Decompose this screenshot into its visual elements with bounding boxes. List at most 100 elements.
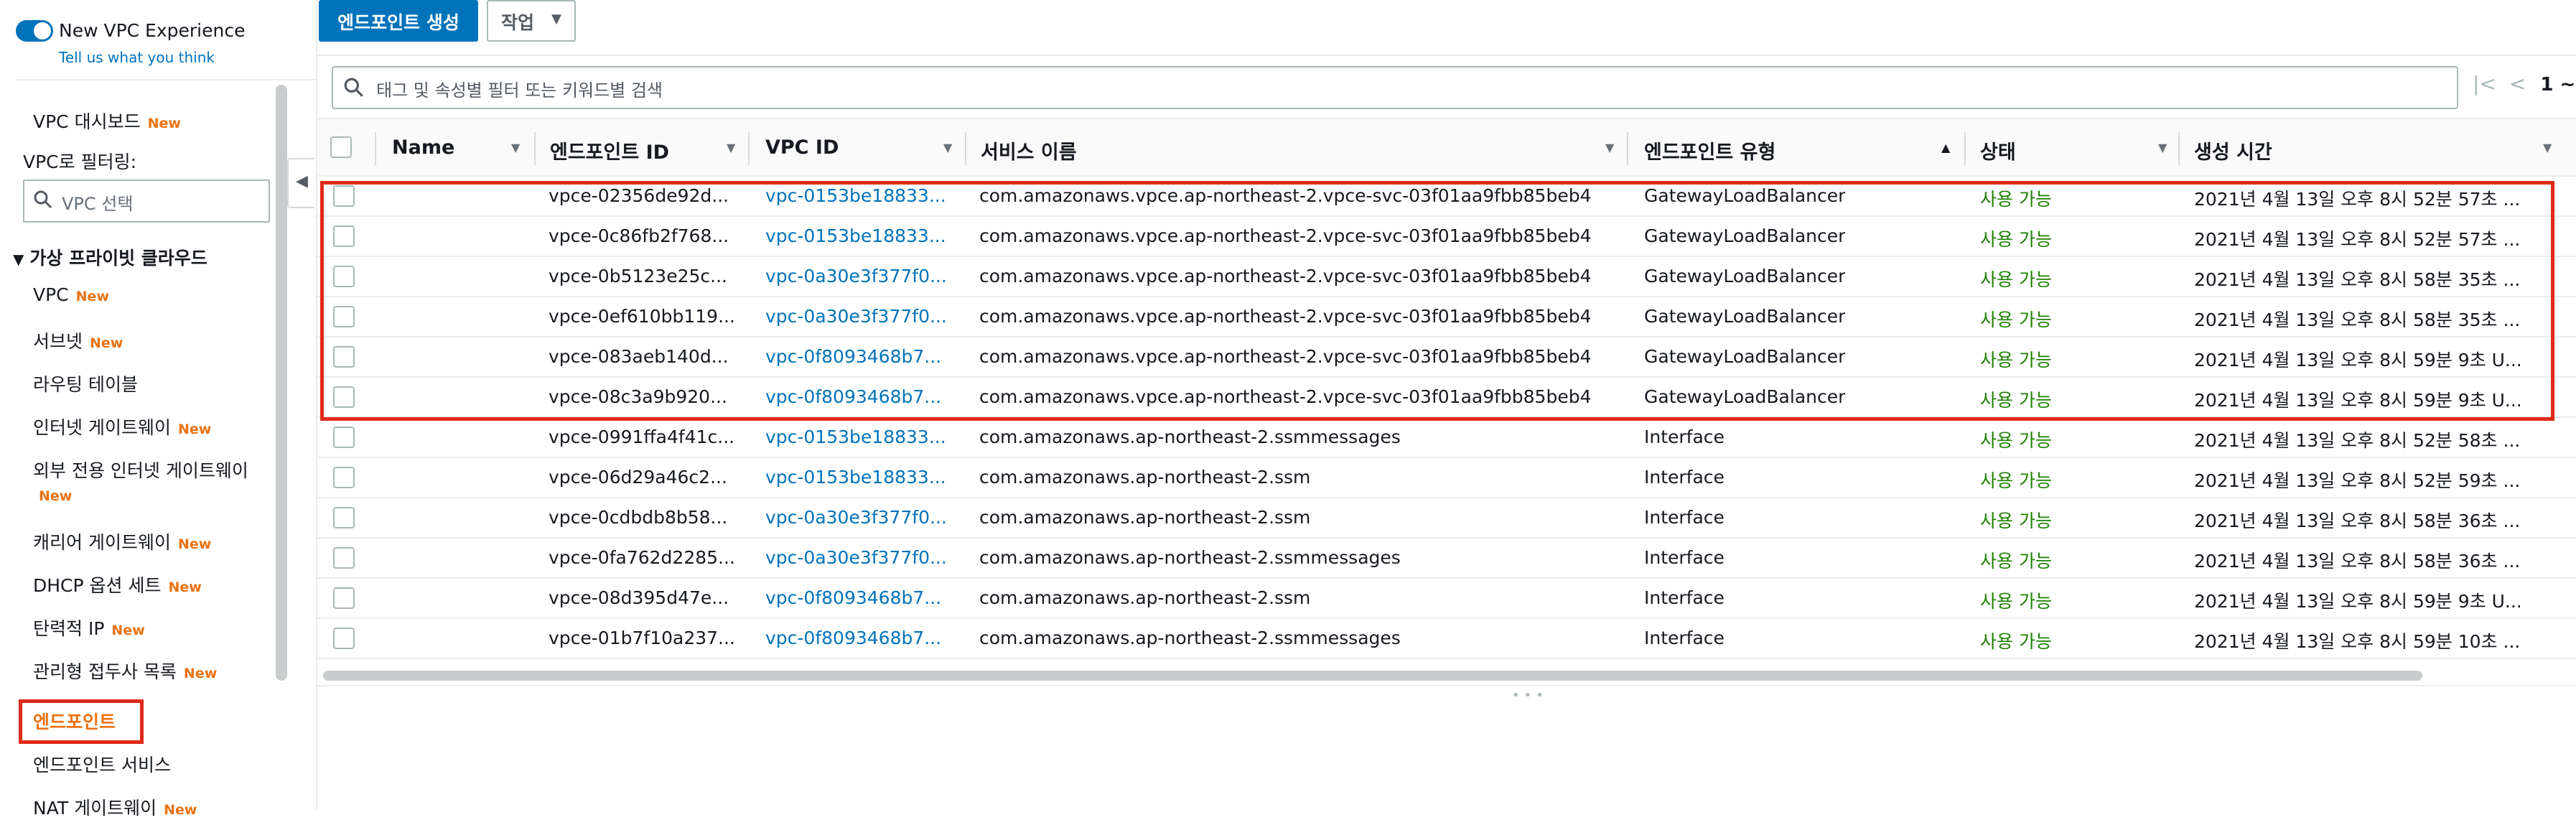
table-row[interactable]: vpce-0b5123e25c... vpc-0a30e3f377f0... com… [317,257,2576,297]
col-created[interactable]: 생성 시간 [2194,136,2272,164]
sidebar-item-1[interactable]: 서브넷 New [33,327,123,353]
sort-icon[interactable]: ▼ [1605,141,1614,154]
sidebar-item-2[interactable]: 라우팅 테이블 [33,371,138,396]
state-cell: 사용 가능 [1980,631,2052,652]
created-time-cell: 2021년 4월 13일 오후 8시 59분 9초 U... [2194,591,2522,612]
row-checkbox[interactable] [333,547,355,569]
service-name-cell: com.amazonaws.vpce.ap-northeast-2.vpce-s… [979,185,1592,206]
create-endpoint-button[interactable]: 엔드포인트 생성 [319,0,478,42]
service-name-cell: com.amazonaws.ap-northeast-2.ssm [979,507,1311,528]
sidebar-item-0[interactable]: VPC New [33,284,109,305]
sidebar-item-10[interactable]: 엔드포인트 서비스 [33,751,171,777]
created-time-cell: 2021년 4월 13일 오후 8시 52분 57초 ... [2194,189,2521,210]
sidebar-item-4[interactable]: 외부 전용 인터넷 게이트웨이 New [33,457,248,504]
table-row[interactable]: vpce-06d29a46c2... vpc-0153be18833... com.… [317,458,2576,498]
col-endpoint-type[interactable]: 엔드포인트 유형 [1644,136,1775,164]
row-checkbox[interactable] [333,225,355,247]
endpoint-id-cell: vpce-083aeb140d... [549,346,729,367]
endpoint-type-cell: GatewayLoadBalancer [1644,346,1846,367]
table-row[interactable]: vpce-0ef610bb119... vpc-0a30e3f377f0... co… [317,297,2576,337]
row-checkbox[interactable] [333,386,355,408]
vpc-id-link[interactable]: vpc-0f8093468b7... [765,587,941,608]
sidebar-item-dashboard[interactable]: VPC 대시보드 New [33,108,181,134]
vpc-filter-select[interactable]: VPC 선택 [23,180,270,223]
state-cell: 사용 가능 [1980,269,2052,290]
created-time-cell: 2021년 4월 13일 오후 8시 59분 9초 U... [2194,390,2522,411]
vpc-id-link[interactable]: vpc-0a30e3f377f0... [765,306,947,327]
col-service-name[interactable]: 서비스 이름 [981,136,1077,164]
vpc-filter-label: VPC로 필터링: [23,152,137,172]
table-row[interactable]: vpce-08c3a9b920... vpc-0f8093468b7... com.… [317,378,2576,418]
sidebar-item-5[interactable]: 캐리어 게이트웨이 New [33,528,211,554]
sort-icon[interactable]: ▼ [2158,141,2167,154]
sidebar-item-label: 인터넷 게이트웨이 [33,417,171,438]
table-row[interactable]: vpce-02356de92d... vpc-0153be18833... com.… [317,177,2576,217]
collapse-sidebar-button[interactable]: ◀ [287,158,314,208]
vpc-id-link[interactable]: vpc-0a30e3f377f0... [765,507,947,528]
sort-icon[interactable]: ▼ [943,141,952,154]
row-checkbox[interactable] [333,346,355,368]
row-checkbox[interactable] [333,185,355,207]
vpc-id-link[interactable]: vpc-0153be18833... [765,467,946,488]
feedback-link[interactable]: Tell us what you think [59,49,215,66]
vpc-id-link[interactable]: vpc-0f8093468b7... [765,386,941,407]
sidebar-scrollbar[interactable] [276,85,287,681]
row-checkbox[interactable] [333,507,355,528]
row-checkbox[interactable] [333,427,355,448]
new-experience-toggle[interactable] [16,20,53,42]
vpc-id-link[interactable]: vpc-0153be18833... [765,427,946,447]
endpoint-id-cell: vpce-0b5123e25c... [549,266,727,286]
service-name-cell: com.amazonaws.ap-northeast-2.ssmmessages [979,547,1401,568]
col-endpoint-id[interactable]: 엔드포인트 ID [550,136,669,164]
col-state[interactable]: 상태 [1980,136,2016,164]
table-row[interactable]: vpce-08d395d47e... vpc-0f8093468b7... com.… [317,579,2576,619]
search-input[interactable]: 태그 및 속성별 필터 또는 키워드별 검색 [332,66,2458,109]
vpc-id-link[interactable]: vpc-0a30e3f377f0... [765,547,947,568]
sidebar-item-label: 서브넷 [33,331,83,352]
actions-button[interactable]: 작업 ▼ [487,0,576,42]
sidebar-item-label: 탄력적 IP [33,618,105,639]
endpoint-id-cell: vpce-08d395d47e... [549,587,729,608]
prev-page-icon[interactable]: < [2509,72,2526,95]
sidebar: New VPC Experience Tell us what you thin… [0,0,317,819]
vpc-id-link[interactable]: vpc-0153be18833... [765,185,946,206]
first-page-icon[interactable]: |< [2473,72,2496,95]
table-row[interactable]: vpce-0c86fb2f768... vpc-0153be18833... com… [317,217,2576,257]
sidebar-item-label: DHCP 옵션 세트 [33,575,162,596]
sidebar-item-11[interactable]: NAT 게이트웨이 New [33,794,197,820]
col-vpc-id[interactable]: VPC ID [765,136,839,159]
endpoint-type-cell: Interface [1644,547,1725,568]
section-virtual-private-cloud[interactable]: ▼ 가상 프라이빗 클라우드 [13,244,207,270]
created-time-cell: 2021년 4월 13일 오후 8시 58분 36초 ... [2194,551,2521,572]
row-checkbox[interactable] [333,266,355,287]
sidebar-item-8[interactable]: 관리형 접두사 목록 New [33,658,217,684]
sidebar-item-label: NAT 게이트웨이 [33,798,157,819]
sidebar-item-3[interactable]: 인터넷 게이트웨이 New [33,414,211,439]
vpc-id-link[interactable]: vpc-0f8093468b7... [765,628,941,648]
table-row[interactable]: vpce-0991ffa4f41c... vpc-0153be18833... co… [317,418,2576,458]
vpc-id-link[interactable]: vpc-0153be18833... [765,225,946,246]
sort-asc-icon[interactable]: ▲ [1941,141,1950,154]
sidebar-item-7[interactable]: 탄력적 IP New [33,615,145,640]
vpc-id-link[interactable]: vpc-0a30e3f377f0... [765,266,947,286]
row-checkbox[interactable] [333,628,355,649]
table-row[interactable]: vpce-0fa762d2285... vpc-0a30e3f377f0... co… [317,539,2576,579]
table-row[interactable]: vpce-01b7f10a237... vpc-0f8093468b7... com… [317,619,2576,659]
new-badge: New [177,421,212,437]
sidebar-item-6[interactable]: DHCP 옵션 세트 New [33,572,202,597]
sort-icon[interactable]: ▼ [511,141,520,154]
table-row[interactable]: vpce-0cdbdb8b58... vpc-0a30e3f377f0... com… [317,498,2576,539]
select-all-checkbox[interactable] [330,136,352,158]
created-time-cell: 2021년 4월 13일 오후 8시 58분 35초 ... [2194,309,2521,330]
resize-handle-icon[interactable]: ••• [1512,688,1548,703]
sort-icon[interactable]: ▼ [2543,141,2552,154]
row-checkbox[interactable] [333,306,355,327]
table-row[interactable]: vpce-083aeb140d... vpc-0f8093468b7... com.… [317,337,2576,378]
state-cell: 사용 가능 [1980,511,2052,531]
sort-icon[interactable]: ▼ [727,141,735,154]
vpc-id-link[interactable]: vpc-0f8093468b7... [765,346,941,367]
row-checkbox[interactable] [333,587,355,609]
horizontal-scrollbar[interactable] [323,671,2422,681]
row-checkbox[interactable] [333,467,355,488]
col-name[interactable]: Name [392,136,454,159]
